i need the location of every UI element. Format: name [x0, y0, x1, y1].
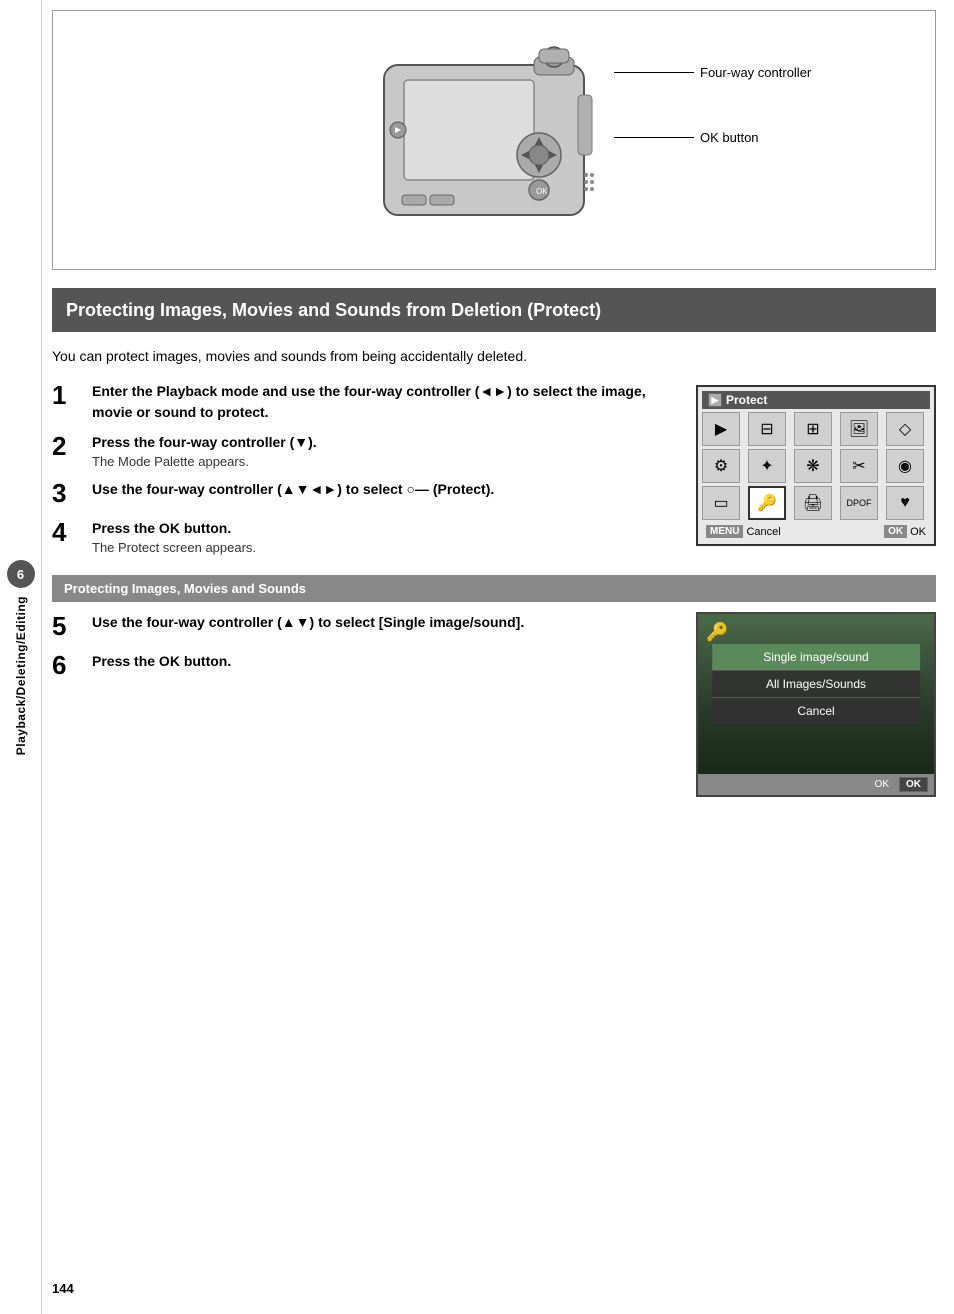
steps-1-4-container: 1 Enter the Playback mode and use the fo… — [52, 381, 936, 565]
section-title: Protecting Images, Movies and Sounds fro… — [52, 288, 936, 332]
palette-grid-row2: ⚙ ✦ ❋ ✂ ◉ — [702, 449, 930, 483]
step-6-number: 6 — [52, 651, 86, 680]
camera-image: OK — [354, 35, 634, 245]
palette-title: Protect — [726, 393, 767, 407]
step-6-title: Press the OK button. — [92, 651, 680, 671]
step-5-number: 5 — [52, 612, 86, 641]
page-footer: 144 — [52, 1255, 936, 1296]
protect-ok-button: OK — [899, 777, 928, 792]
palette-header: ▶ Protect — [702, 391, 930, 409]
steps-left: 1 Enter the Playback mode and use the fo… — [52, 381, 680, 565]
step-5: 5 Use the four-way controller (▲▼) to se… — [52, 612, 680, 641]
mode-palette: ▶ Protect ▶ ⊟ ⊞ 🖼 ◇ ⚙ ✦ ❋ ✂ ◉ — [696, 385, 936, 546]
step-4-number: 4 — [52, 518, 86, 547]
protect-screen: 🔑 Single image/sound All Images/Sounds C… — [696, 612, 936, 797]
mode-palette-container: ▶ Protect ▶ ⊟ ⊞ 🖼 ◇ ⚙ ✦ ❋ ✂ ◉ — [696, 385, 936, 546]
step-4: 4 Press the OK button. The Protect scree… — [52, 518, 680, 555]
palette-ok-label: OK — [910, 526, 926, 538]
palette-ok-btn: OK — [884, 525, 907, 538]
svg-text:OK: OK — [536, 187, 548, 196]
protect-screen-container: 🔑 Single image/sound All Images/Sounds C… — [696, 612, 936, 797]
palette-cell-5: ◇ — [886, 412, 924, 446]
palette-cell-9: ✂ — [840, 449, 878, 483]
step-4-title: Press the OK button. — [92, 518, 680, 538]
sub-section-title: Protecting Images, Movies and Sounds — [52, 575, 936, 602]
step-1-title: Enter the Playback mode and use the four… — [92, 381, 680, 422]
palette-play-icon: ▶ — [708, 393, 722, 407]
step-3-title: Use the four-way controller (▲▼◄►) to se… — [92, 479, 680, 499]
palette-cell-12-protect: 🔑 — [748, 486, 786, 520]
palette-cell-1: ▶ — [702, 412, 740, 446]
protect-bg: 🔑 Single image/sound All Images/Sounds C… — [698, 614, 934, 774]
protect-menu-overlay: Single image/sound All Images/Sounds Can… — [712, 644, 920, 724]
palette-cell-11: ▭ — [702, 486, 740, 520]
step-3-number: 3 — [52, 479, 86, 508]
chapter-number: 6 — [7, 560, 35, 588]
steps-5-6-container: 5 Use the four-way controller (▲▼) to se… — [52, 612, 936, 797]
step-2: 2 Press the four-way controller (▼). The… — [52, 432, 680, 469]
step-5-content: Use the four-way controller (▲▼) to sele… — [92, 612, 680, 632]
chapter-label: Playback/Deleting/Editing — [14, 596, 28, 755]
step-2-title: Press the four-way controller (▼). — [92, 432, 680, 452]
step-4-content: Press the OK button. The Protect screen … — [92, 518, 680, 555]
camera-diagram: OK Four-way controller — [354, 35, 634, 245]
palette-cell-8: ❋ — [794, 449, 832, 483]
palette-cell-3: ⊞ — [794, 412, 832, 446]
palette-cell-7: ✦ — [748, 449, 786, 483]
protect-menu-item-all: All Images/Sounds — [712, 671, 920, 698]
palette-cell-10: ◉ — [886, 449, 924, 483]
callout-ok-button: OK button — [700, 130, 759, 145]
palette-cell-13: 🖨 — [794, 486, 832, 520]
steps56-left: 5 Use the four-way controller (▲▼) to se… — [52, 612, 680, 689]
palette-cell-14: DPOF — [840, 486, 878, 520]
step-6: 6 Press the OK button. — [52, 651, 680, 680]
step-1-content: Enter the Playback mode and use the four… — [92, 381, 680, 422]
protect-screen-footer: OK OK — [698, 774, 934, 795]
protect-ok-text-label: OK — [875, 779, 889, 790]
step-2-number: 2 — [52, 432, 86, 461]
sidebar: 6 Playback/Deleting/Editing — [0, 0, 42, 1314]
step-2-content: Press the four-way controller (▼). The M… — [92, 432, 680, 469]
step-3: 3 Use the four-way controller (▲▼◄►) to … — [52, 479, 680, 508]
palette-cell-2: ⊟ — [748, 412, 786, 446]
palette-cell-15: ♥ — [886, 486, 924, 520]
step-4-sub: The Protect screen appears. — [92, 540, 680, 555]
page-number: 144 — [52, 1281, 936, 1296]
step-6-content: Press the OK button. — [92, 651, 680, 671]
palette-cell-4: 🖼 — [840, 412, 878, 446]
palette-grid-row3: ▭ 🔑 🖨 DPOF ♥ — [702, 486, 930, 520]
protect-menu-item-single: Single image/sound — [712, 644, 920, 671]
callout-four-way: Four-way controller — [700, 65, 811, 80]
protect-menu-item-cancel: Cancel — [712, 698, 920, 724]
palette-cancel-label: Cancel — [746, 526, 780, 538]
palette-cell-6: ⚙ — [702, 449, 740, 483]
step-1: 1 Enter the Playback mode and use the fo… — [52, 381, 680, 422]
camera-diagram-box: OK Four-way controller — [52, 10, 936, 270]
main-content: OK Four-way controller — [42, 0, 954, 1314]
palette-footer: MENU Cancel OK OK — [702, 523, 930, 540]
step-3-content: Use the four-way controller (▲▼◄►) to se… — [92, 479, 680, 499]
step-2-sub: The Mode Palette appears. — [92, 454, 680, 469]
protect-key-icon: 🔑 — [706, 622, 728, 643]
step-1-number: 1 — [52, 381, 86, 410]
step-5-title: Use the four-way controller (▲▼) to sele… — [92, 612, 680, 632]
protect-screen-inner: 🔑 Single image/sound All Images/Sounds C… — [698, 614, 934, 795]
intro-text: You can protect images, movies and sound… — [52, 346, 936, 367]
palette-menu-btn: MENU — [706, 525, 743, 538]
palette-grid-row1: ▶ ⊟ ⊞ 🖼 ◇ — [702, 412, 930, 446]
